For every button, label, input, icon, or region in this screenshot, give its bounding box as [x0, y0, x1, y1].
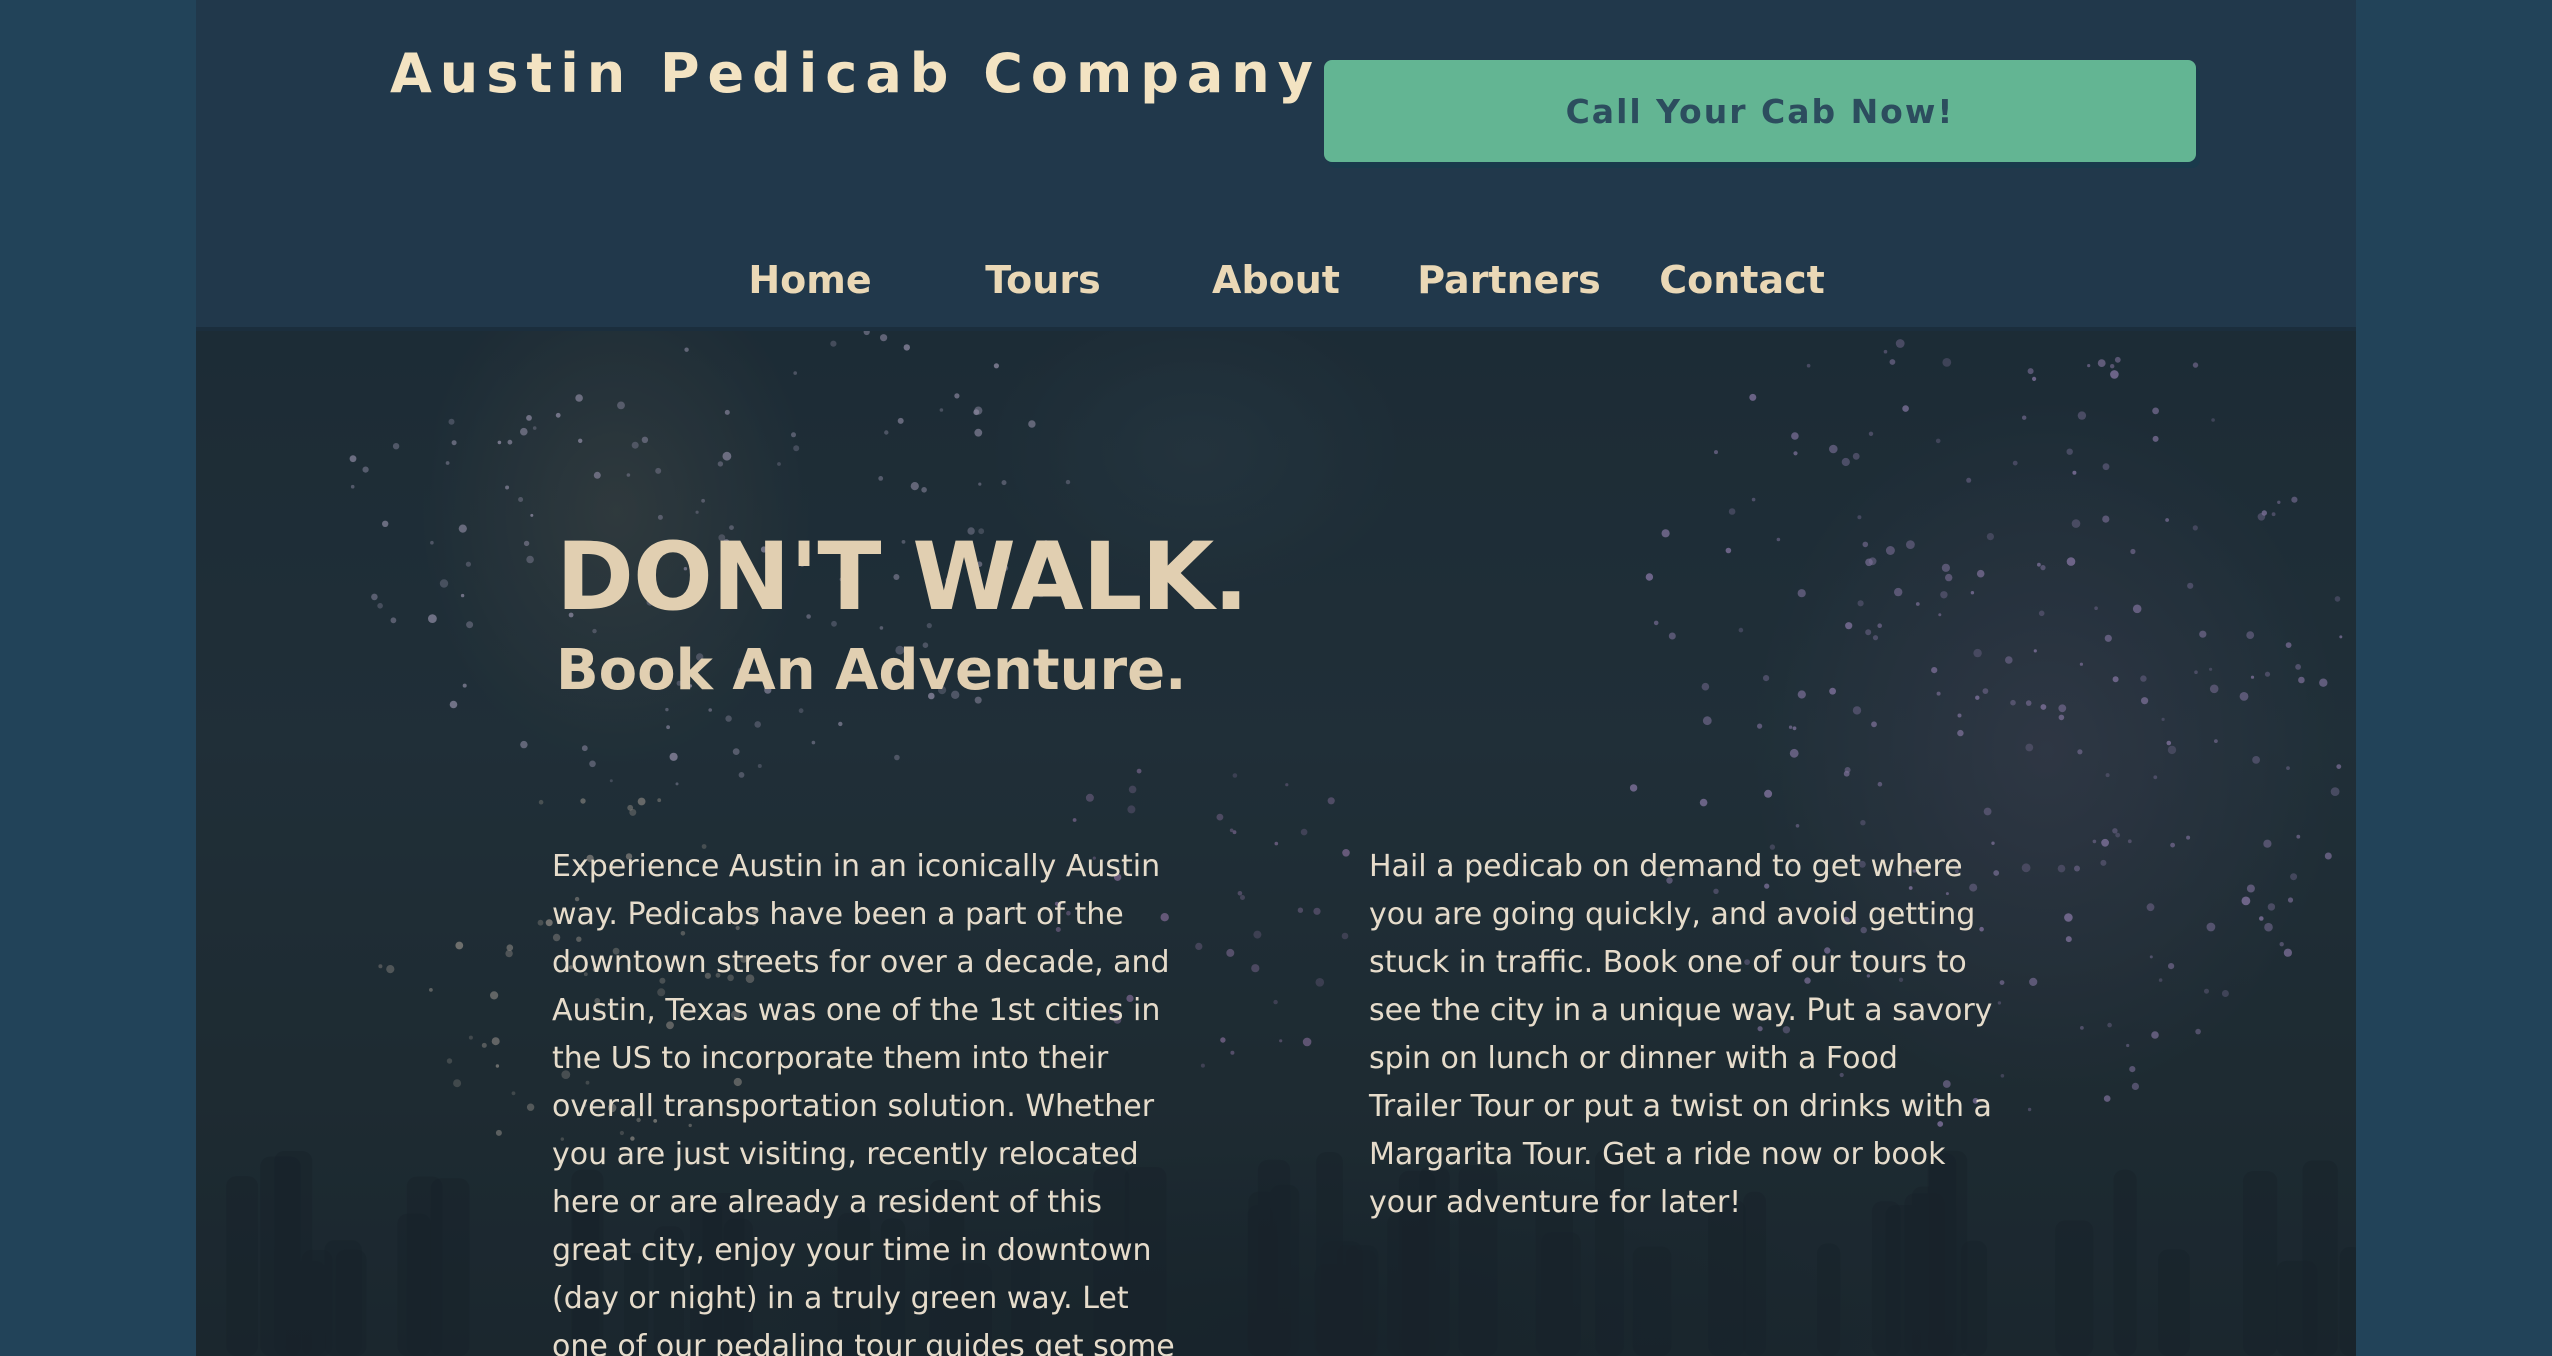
- nav-item-partners[interactable]: Partners: [1417, 258, 1601, 302]
- hero-overlay: [196, 331, 2356, 1356]
- nav-item-about[interactable]: About: [1212, 258, 1340, 302]
- nav-item-tours[interactable]: Tours: [985, 258, 1100, 302]
- page-container: Austin Pedicab Company Call Your Cab Now…: [196, 0, 2356, 1356]
- nav-item-contact[interactable]: Contact: [1659, 258, 1825, 302]
- hero-section: DON'T WALK. Book An Adventure. Experienc…: [196, 331, 2356, 1356]
- site-header: Austin Pedicab Company Call Your Cab Now…: [196, 0, 2356, 331]
- hero-headline: DON'T WALK.: [556, 523, 1249, 632]
- main-nav: Home Tours About Partners Contact: [196, 258, 2356, 318]
- hero-intro-text: Experience Austin in an iconically Austi…: [552, 849, 1175, 1356]
- call-cab-button[interactable]: Call Your Cab Now!: [1324, 60, 2196, 162]
- nav-item-home[interactable]: Home: [748, 258, 871, 302]
- hero-services-text: Hail a pedicab on demand to get where yo…: [1369, 849, 1993, 1220]
- hero-subheadline: Book An Adventure.: [556, 638, 1187, 703]
- site-title[interactable]: Austin Pedicab Company: [390, 42, 1321, 105]
